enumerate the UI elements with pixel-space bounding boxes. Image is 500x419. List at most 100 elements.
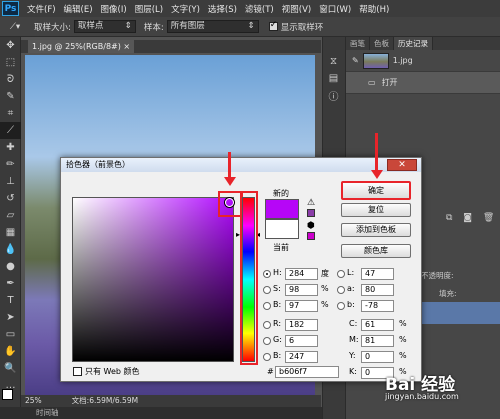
tab-swatches[interactable]: 色板	[370, 37, 394, 50]
cyan-unit: %	[399, 319, 407, 328]
current-color-label: 当前	[273, 243, 289, 252]
tools-panel: ✥ ⬚ ᘐ ✎ ⌗ ⟋ ✚ ✏ ⊥ ↺ ▱ ▦ 💧 ● ✒ T ➤ ▭ ✋ 🔍 …	[0, 37, 21, 407]
green-label: G:	[273, 335, 282, 344]
red-radio[interactable]	[263, 321, 271, 329]
sample-label: 样本:	[143, 22, 164, 33]
red-field[interactable]: 182	[285, 319, 318, 331]
reset-button[interactable]: 复位	[341, 203, 411, 217]
dodge-tool-icon[interactable]: ●	[0, 258, 21, 275]
menu-view[interactable]: 视图(V)	[278, 3, 315, 15]
zoom-level[interactable]: 25%	[25, 395, 42, 407]
history-state[interactable]: ▭ 打开	[346, 72, 500, 94]
properties-panel-icon[interactable]: ▤	[323, 70, 344, 87]
menu-window[interactable]: 窗口(W)	[315, 3, 355, 15]
history-bottom-icons: ⧉ ◙ 🗑	[446, 213, 499, 223]
saturation-label: S:	[273, 284, 281, 293]
tab-brush[interactable]: 画笔	[346, 37, 370, 50]
gradient-tool-icon[interactable]: ▦	[0, 224, 21, 241]
web-safe-swatch[interactable]	[307, 232, 315, 240]
close-icon[interactable]: ×	[123, 42, 130, 51]
type-tool-icon[interactable]: T	[0, 292, 21, 309]
hue-field[interactable]: 284	[285, 268, 318, 280]
saturation-radio[interactable]	[263, 286, 271, 294]
quick-select-tool-icon[interactable]: ✎	[0, 88, 21, 105]
timeline-label[interactable]: 时间轴	[36, 408, 59, 417]
pen-tool-icon[interactable]: ✒	[0, 275, 21, 292]
hue-radio[interactable]	[263, 270, 271, 278]
document-tab[interactable]: 1.jpg @ 25%(RGB/8#) ×	[28, 40, 135, 53]
lab-l-field[interactable]: 47	[361, 268, 394, 280]
lab-b-radio[interactable]	[337, 302, 345, 310]
red-label: R:	[273, 319, 282, 328]
blue-field[interactable]: 247	[285, 351, 318, 363]
crop-tool-icon[interactable]: ⌗	[0, 105, 21, 122]
hand-tool-icon[interactable]: ✋	[0, 343, 21, 360]
menu-image[interactable]: 图像(I)	[97, 3, 131, 15]
sample-size-label: 取样大小:	[34, 22, 71, 33]
eyedropper-tool-icon[interactable]: ⟋	[0, 122, 21, 139]
healing-brush-tool-icon[interactable]: ✚	[0, 139, 21, 156]
history-panel-icon[interactable]: ⧖	[323, 53, 344, 70]
ok-button[interactable]: 确定	[341, 181, 411, 200]
color-libraries-button[interactable]: 颜色库	[341, 244, 411, 258]
document-size: 文档:6.59M/6.59M	[71, 396, 139, 405]
brush-icon: ✎	[352, 56, 359, 65]
gamut-swatch[interactable]	[307, 209, 315, 217]
black-label: K:	[349, 367, 357, 376]
move-tool-icon[interactable]: ✥	[0, 37, 21, 54]
cyan-field[interactable]: 61	[361, 319, 394, 331]
web-safe-warning-icon[interactable]: ⬢	[307, 221, 315, 231]
menu-layer[interactable]: 图层(L)	[131, 3, 167, 15]
eyedropper-tool-icon[interactable]: ⟋▾	[0, 22, 30, 32]
menu-help[interactable]: 帮助(H)	[355, 3, 393, 15]
menu-edit[interactable]: 编辑(E)	[60, 3, 97, 15]
clone-stamp-tool-icon[interactable]: ⊥	[0, 173, 21, 190]
green-radio[interactable]	[263, 337, 271, 345]
lab-a-field[interactable]: 80	[361, 284, 394, 296]
brightness-radio[interactable]	[263, 302, 271, 310]
path-select-tool-icon[interactable]: ➤	[0, 309, 21, 326]
brush-tool-icon[interactable]: ✏	[0, 156, 21, 173]
add-to-swatches-button[interactable]: 添加到色板	[341, 223, 411, 237]
chevron-down-icon: ⇕	[124, 21, 132, 31]
color-field[interactable]	[72, 197, 234, 362]
snapshot-label: 1.jpg	[392, 56, 413, 65]
menu-select[interactable]: 选择(S)	[204, 3, 241, 15]
arrow-to-ok-shaft	[375, 133, 378, 170]
close-button[interactable]: ✕	[387, 159, 417, 171]
brightness-field[interactable]: 97	[285, 300, 318, 312]
marquee-tool-icon[interactable]: ⬚	[0, 54, 21, 71]
menu-type[interactable]: 文字(Y)	[167, 3, 204, 15]
dialog-title: 拾色器（前景色）	[61, 158, 421, 172]
lab-a-radio[interactable]	[337, 286, 345, 294]
history-brush-tool-icon[interactable]: ↺	[0, 190, 21, 207]
web-colors-only-checkbox[interactable]	[73, 367, 82, 376]
green-field[interactable]: 6	[285, 335, 318, 347]
lab-l-radio[interactable]	[337, 270, 345, 278]
status-bar: 25% 文档:6.59M/6.59M	[21, 395, 321, 407]
show-sampling-ring-checkbox[interactable]	[268, 20, 278, 31]
lasso-tool-icon[interactable]: ᘐ	[0, 71, 21, 88]
out-of-gamut-warning-icon[interactable]: ⚠	[307, 198, 315, 208]
hex-label: #	[267, 367, 274, 376]
tab-history[interactable]: 历史记录	[394, 37, 433, 50]
history-snapshot[interactable]: ✎ 1.jpg	[346, 50, 500, 72]
foreground-color-swatch[interactable]	[2, 389, 13, 400]
info-panel-icon[interactable]: ⓘ	[323, 87, 344, 104]
menu-filter[interactable]: 滤镜(T)	[241, 3, 278, 15]
yellow-field[interactable]: 0	[361, 351, 394, 363]
shape-tool-icon[interactable]: ▭	[0, 326, 21, 343]
snapshot-thumbnail	[362, 52, 389, 69]
blue-radio[interactable]	[263, 353, 271, 361]
sample-select[interactable]: 所有图层 ⇕	[166, 20, 259, 33]
current-color-swatch[interactable]	[265, 219, 299, 239]
lab-b-field[interactable]: -78	[361, 300, 394, 312]
menu-file[interactable]: 文件(F)	[23, 3, 60, 15]
magenta-field[interactable]: 81	[361, 335, 394, 347]
hex-field[interactable]: b606f7	[275, 366, 339, 378]
blur-tool-icon[interactable]: 💧	[0, 241, 21, 258]
saturation-field[interactable]: 98	[285, 284, 318, 296]
eraser-tool-icon[interactable]: ▱	[0, 207, 21, 224]
sample-size-select[interactable]: 取样点 ⇕	[73, 20, 136, 33]
zoom-tool-icon[interactable]: 🔍	[0, 360, 21, 377]
